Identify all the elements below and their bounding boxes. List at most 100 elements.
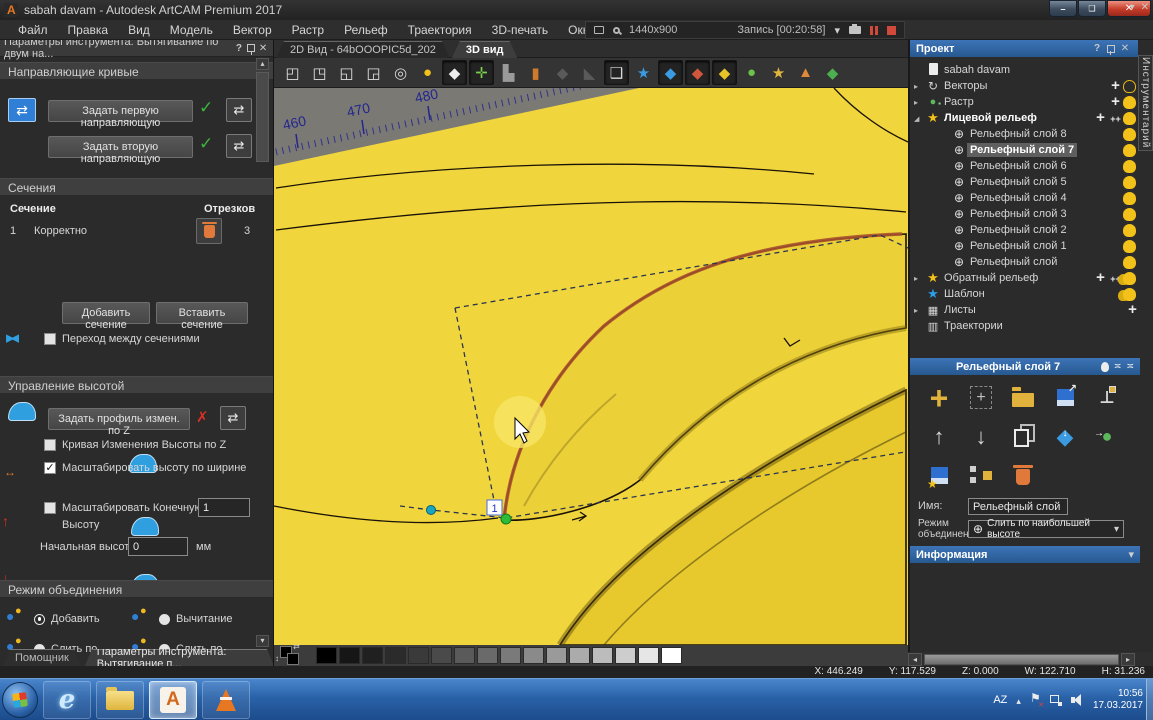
copy-shape-icon[interactable]: ❑ (604, 60, 629, 85)
secondary-color-swatch[interactable] (287, 653, 299, 665)
close-panel-icon[interactable] (257, 42, 269, 55)
menu-item[interactable]: Растр (282, 20, 334, 40)
save-layer-button[interactable] (918, 458, 960, 493)
show-desktop-button[interactable] (1146, 679, 1153, 720)
3d-view-canvas[interactable]: 460 470 480 (274, 88, 908, 645)
insert-section-button[interactable]: Вставить сечение (156, 302, 248, 324)
project-pin-icon[interactable] (1104, 42, 1118, 55)
panel-scroll-up-icon[interactable] (256, 58, 269, 70)
tree-row[interactable]: Шаблон (910, 286, 1140, 302)
combine-mode-dropdown[interactable]: Слить по наибольшей высоте (968, 520, 1124, 538)
tree-item-label[interactable]: Рельефный слой 8 (967, 127, 1070, 141)
menu-item[interactable]: Вид (118, 20, 160, 40)
color-swatch[interactable] (500, 647, 521, 664)
tree-item-label[interactable]: Векторы (941, 79, 990, 93)
color-swatch[interactable] (316, 647, 337, 664)
menu-item[interactable]: Модель (160, 20, 223, 40)
color-swatch[interactable] (454, 647, 475, 664)
panel-scrollbar-thumb[interactable] (256, 72, 269, 162)
visibility-bulb-icon[interactable] (1123, 256, 1136, 269)
start-button[interactable] (2, 682, 38, 718)
find-star-icon[interactable]: ★ (766, 60, 791, 85)
merge-layers-button[interactable] (1044, 419, 1086, 454)
color-swatch[interactable] (638, 647, 659, 664)
menu-item[interactable]: Рельеф (334, 20, 398, 40)
add-section-button[interactable]: Добавить сечение (62, 302, 150, 324)
move-layer-up-button[interactable] (918, 419, 960, 454)
stack-color-icon[interactable]: ◆ (820, 60, 845, 85)
split-layer-button[interactable] (960, 458, 1002, 493)
menu-item[interactable]: Правка (58, 20, 119, 40)
import-layer-button[interactable] (1002, 380, 1044, 415)
menu-item[interactable]: Файл (8, 20, 58, 40)
restore-button[interactable] (1078, 0, 1106, 17)
color-swatch[interactable] (362, 647, 383, 664)
scale-width-checkbox[interactable] (44, 462, 56, 474)
color-swatch[interactable] (546, 647, 567, 664)
tree-item-label[interactable]: Шаблон (941, 287, 988, 301)
color-swatch[interactable] (385, 647, 406, 664)
project-close-icon[interactable] (1118, 42, 1132, 55)
tree-row[interactable]: Рельефный слой 8 (910, 126, 1140, 142)
tree-row[interactable]: Рельефный слой (910, 254, 1140, 270)
recorder-window-icon[interactable] (594, 26, 604, 34)
tree-row[interactable]: Растр (910, 94, 1140, 110)
tree-item-label[interactable]: Рельефный слой (967, 255, 1060, 269)
menu-item[interactable]: Вектор (223, 20, 282, 40)
layers-red-icon[interactable]: ◆ (685, 60, 710, 85)
transition-checkbox[interactable] (44, 333, 56, 345)
view-cube-3-icon[interactable]: ◱ (334, 60, 359, 85)
view-cube-2-icon[interactable]: ◳ (307, 60, 332, 85)
layer-visibility-icon[interactable] (1101, 362, 1109, 372)
clock[interactable]: 10:56 17.03.2017 (1093, 688, 1143, 712)
information-expand-icon[interactable] (1128, 548, 1134, 561)
recorder-dropdown-icon[interactable] (834, 24, 840, 37)
guide-point-teal[interactable] (427, 506, 436, 515)
tab-toolbox[interactable]: Инструментарий (1138, 55, 1153, 151)
export-layer-button[interactable] (1044, 380, 1086, 415)
axes-icon[interactable]: ✛ (469, 60, 494, 85)
tree-row[interactable]: Рельефный слой 3 (910, 206, 1140, 222)
expander-icon[interactable] (914, 274, 925, 283)
visibility-bulb-icon[interactable] (1123, 208, 1136, 221)
add-multiple-icon[interactable] (1108, 269, 1123, 287)
visibility-bulb-icon[interactable] (1123, 192, 1136, 205)
combine-option[interactable]: Вычитание (131, 604, 256, 634)
pyramid-icon[interactable]: ▲ (793, 60, 818, 85)
tree-item-label[interactable]: Рельефный слой 4 (967, 191, 1070, 205)
help-icon[interactable] (233, 42, 245, 55)
tree-row[interactable]: Рельефный слой 4 (910, 190, 1140, 206)
tree-item-label[interactable]: Листы (941, 303, 979, 317)
recorder-camera-icon[interactable] (849, 26, 861, 34)
recorder-stop-icon[interactable] (887, 26, 896, 35)
view-cube-1-icon[interactable]: ◰ (280, 60, 305, 85)
view-tab[interactable]: 3D вид (452, 41, 518, 58)
color-swatch[interactable] (592, 647, 613, 664)
tree-row[interactable]: Рельефный слой 5 (910, 174, 1140, 190)
tray-expand-icon[interactable] (1016, 691, 1021, 709)
recorder-magnifier-icon[interactable] (613, 27, 620, 34)
link-colors-icon[interactable]: ↕ (275, 654, 279, 663)
color-swatch[interactable] (615, 647, 636, 664)
visibility-bulb-icon[interactable] (1123, 128, 1136, 141)
tree-item-label[interactable]: Траектории (941, 319, 1006, 333)
add-layer-button[interactable] (918, 380, 960, 415)
combine-radio[interactable] (34, 614, 45, 625)
tree-row[interactable]: Рельефный слой 2 (910, 222, 1140, 238)
view-tab[interactable]: 2D Вид - 64bOOOPIC5d_202 (276, 41, 450, 58)
tree-item-label[interactable]: Обратный рельеф (941, 271, 1041, 285)
visibility-bulb-icon[interactable] (1123, 96, 1136, 109)
tree-item-label[interactable]: Рельефный слой 1 (967, 239, 1070, 253)
tree-item-label[interactable]: Рельефный слой 7 (967, 143, 1077, 157)
tree-row[interactable]: Траектории (910, 318, 1140, 334)
tree-item-label[interactable]: Рельефный слой 6 (967, 159, 1070, 173)
taskbar-vlc-button[interactable] (202, 681, 250, 719)
add-icon[interactable] (1125, 301, 1140, 319)
primary-secondary-colors[interactable]: ⇄ ↕ (278, 645, 308, 666)
set-second-guide-button[interactable]: Задать вторую направляющую (48, 136, 193, 158)
tree-item-label[interactable]: Рельефный слой 2 (967, 223, 1070, 237)
start-height-input[interactable] (128, 537, 188, 556)
panel-tab[interactable]: Помощник (3, 649, 81, 666)
menu-item[interactable]: Траектория (398, 20, 482, 40)
tree-row[interactable]: Листы (910, 302, 1140, 318)
